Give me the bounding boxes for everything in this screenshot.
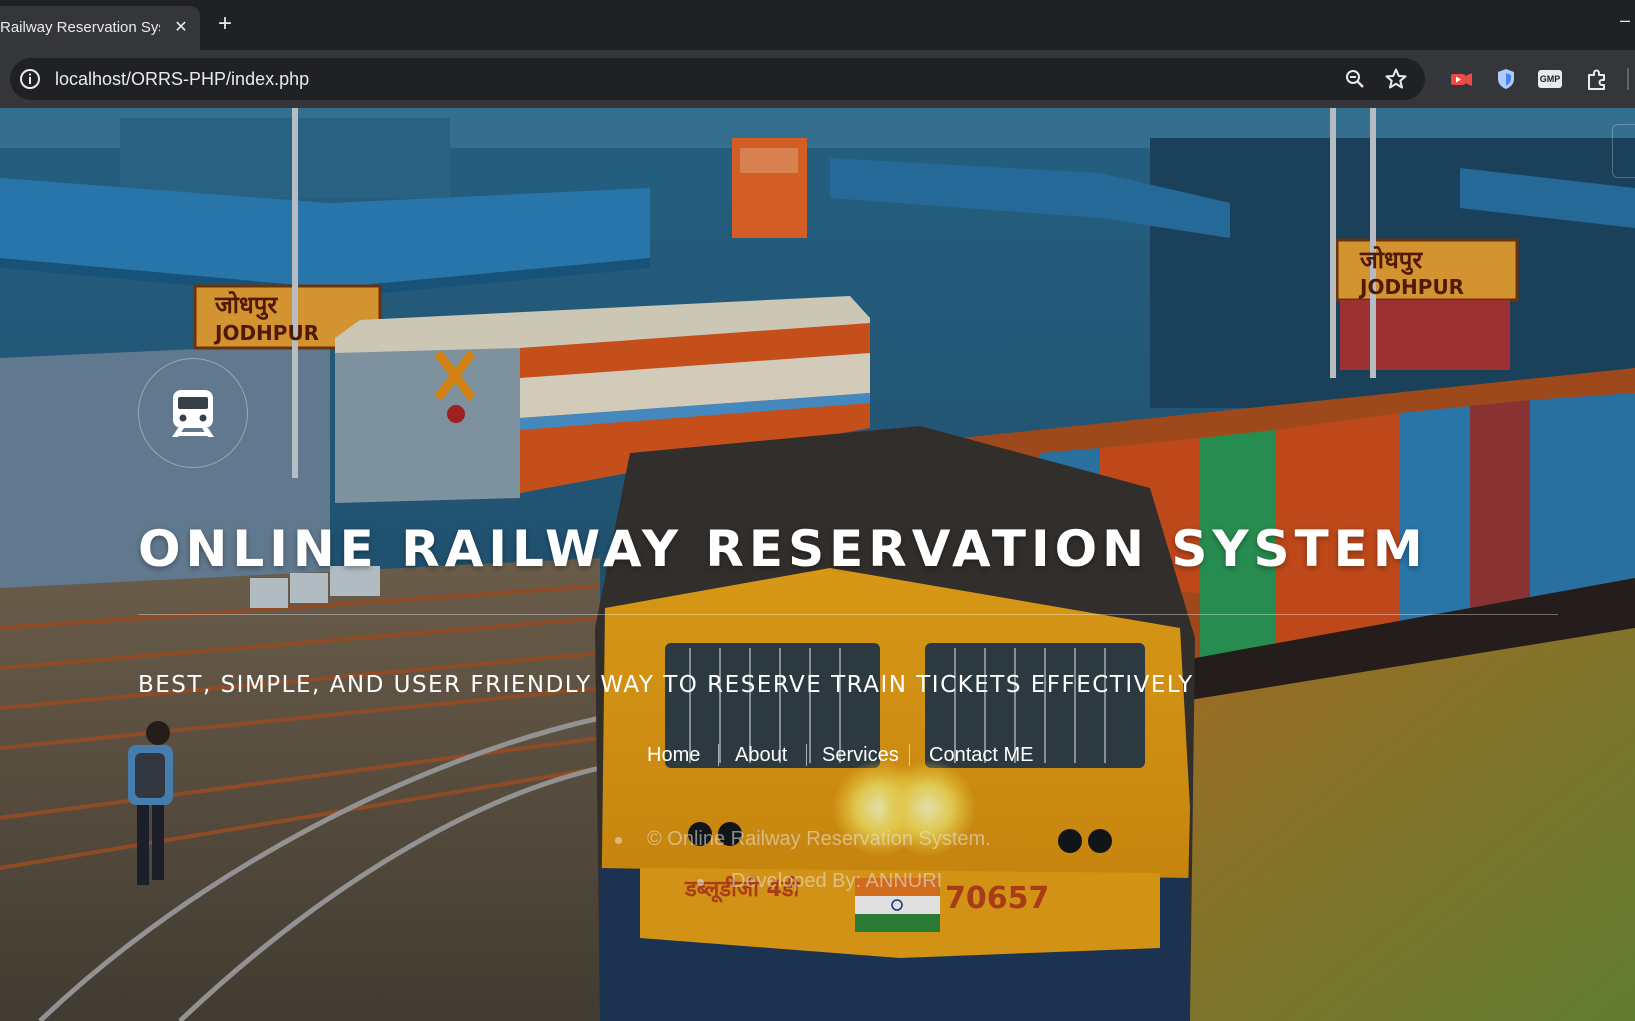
- nav-separator: [718, 744, 719, 766]
- close-tab-icon[interactable]: ✕: [170, 17, 192, 39]
- nav-services-link[interactable]: Services: [822, 738, 899, 772]
- page-viewport: 70657 डब्लूडीजी 4डी जोधपुर JODHPUR जोधपु…: [0, 108, 1635, 1021]
- nav-separator: [909, 744, 910, 766]
- browser-toolbar: localhost/ORRS-PHP/index.php GMP: [0, 50, 1635, 108]
- nav-home-link[interactable]: Home: [647, 738, 700, 772]
- footer-bullet: [697, 879, 704, 886]
- tab-strip: Railway Reservation System ✕ + –: [0, 0, 1635, 50]
- title-divider: [138, 614, 1558, 615]
- site-info-icon[interactable]: [18, 67, 42, 91]
- site-title: ONLINE RAILWAY RESERVATION SYSTEM: [138, 520, 1428, 578]
- site-tagline: BEST, SIMPLE, AND USER FRIENDLY WAY TO R…: [138, 672, 1194, 698]
- footer-copyright: © Online Railway Reservation System.: [647, 828, 991, 850]
- toolbar-separator: [1627, 68, 1629, 90]
- gmp-label: GMP: [1538, 70, 1562, 88]
- new-tab-button[interactable]: +: [212, 12, 238, 38]
- video-extension-icon[interactable]: [1448, 66, 1474, 92]
- footer-bullet: [615, 837, 622, 844]
- nav-separator: [806, 744, 807, 766]
- minimize-button[interactable]: –: [1620, 10, 1635, 30]
- puzzle-extension-icon[interactable]: [1584, 66, 1610, 92]
- nav-about-link[interactable]: About: [735, 738, 787, 772]
- url-text[interactable]: localhost/ORRS-PHP/index.php: [55, 58, 309, 100]
- tab-title: Railway Reservation System: [0, 19, 160, 36]
- zoom-icon[interactable]: [1343, 67, 1367, 91]
- train-icon: [172, 390, 214, 437]
- shield-extension-icon[interactable]: [1493, 66, 1519, 92]
- browser-tab[interactable]: Railway Reservation System ✕: [0, 6, 200, 50]
- hero-section: 70657 डब्लूडीजी 4डी जोधपुर JODHPUR जोधपु…: [0, 108, 1635, 1021]
- address-bar[interactable]: localhost/ORRS-PHP/index.php: [10, 58, 1425, 100]
- scroll-indicator: [1612, 124, 1635, 178]
- gmp-extension-icon[interactable]: GMP: [1538, 66, 1564, 92]
- nav-contact-link[interactable]: Contact ME: [929, 738, 1033, 772]
- star-icon[interactable]: [1384, 67, 1408, 91]
- footer-developer: Developed By: ANNURI: [731, 870, 943, 892]
